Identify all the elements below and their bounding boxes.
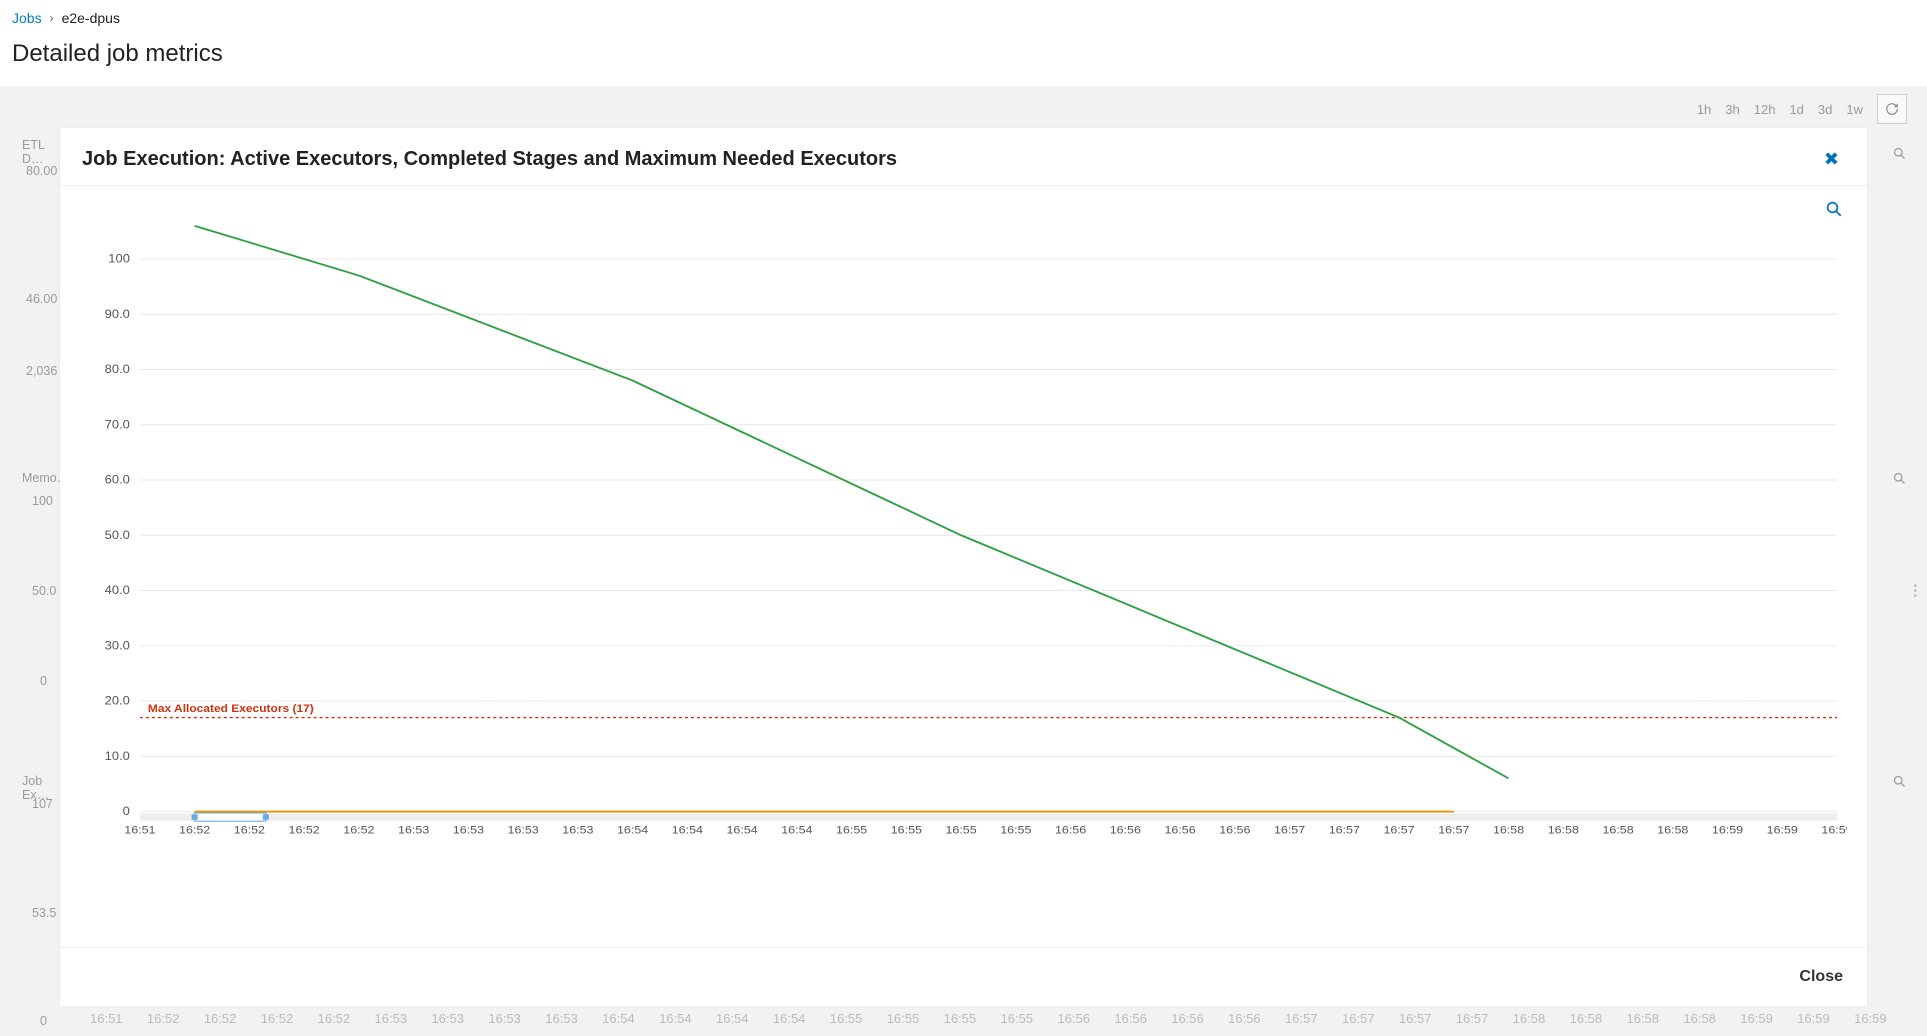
x-tick-label: 16:52 — [179, 823, 211, 836]
modal-title: Job Execution: Active Executors, Complet… — [82, 148, 897, 171]
bg-y-tick: 2,036 — [26, 364, 57, 378]
x-tick-label: 16:57 — [1274, 823, 1306, 836]
x-tick-label: 16:59 — [1767, 823, 1799, 836]
x-tick-label: 16:55 — [836, 823, 868, 836]
time-range-toolbar: 1h 3h 12h 1d 3d 1w — [1697, 94, 1907, 124]
x-tick-label: 16:58 — [1657, 823, 1689, 836]
time-range-1w[interactable]: 1w — [1846, 102, 1863, 117]
bg-y-tick: 46.00 — [26, 292, 57, 306]
y-tick-label: 30.0 — [105, 639, 130, 652]
x-tick-label: 16:56 — [1219, 823, 1251, 836]
bg-y-tick: 53.5 — [32, 906, 56, 920]
x-tick-label: 16:59 — [1821, 823, 1847, 836]
job-execution-modal: Job Execution: Active Executors, Complet… — [60, 128, 1867, 1006]
x-tick-label: 16:58 — [1548, 823, 1580, 836]
search-icon[interactable] — [1892, 146, 1907, 166]
y-tick-label: 50.0 — [105, 528, 130, 541]
x-tick-label: 16:58 — [1493, 823, 1525, 836]
x-tick-label: 16:57 — [1438, 823, 1470, 836]
threshold-label: Max Allocated Executors (17) — [148, 703, 314, 714]
x-tick-label: 16:57 — [1383, 823, 1415, 836]
breadcrumb: Jobs › e2e-dpus — [0, 8, 1927, 30]
modal-footer: Close — [60, 947, 1867, 1006]
x-tick-label: 16:51 — [124, 823, 156, 836]
bg-y-tick: 50.0 — [32, 584, 56, 598]
close-button[interactable]: Close — [1799, 968, 1843, 986]
x-tick-label: 16:55 — [945, 823, 977, 836]
refresh-icon — [1885, 102, 1899, 116]
x-tick-label: 16:54 — [617, 823, 649, 836]
x-tick-label: 16:57 — [1329, 823, 1361, 836]
page-title: Detailed job metrics — [0, 30, 1927, 86]
metrics-panel-background: 1h 3h 12h 1d 3d 1w ETL D… 80.00 46.00 2,… — [0, 86, 1927, 1036]
x-tick-label: 16:56 — [1110, 823, 1142, 836]
chart-scrollbar-track[interactable] — [140, 813, 1837, 820]
time-range-1h[interactable]: 1h — [1697, 102, 1711, 117]
time-range-3d[interactable]: 3d — [1818, 102, 1832, 117]
bg-y-tick: 0 — [40, 1014, 47, 1028]
x-tick-label: 16:54 — [781, 823, 813, 836]
refresh-button[interactable] — [1877, 94, 1907, 124]
y-tick-label: 10.0 — [105, 749, 130, 762]
x-tick-label: 16:54 — [727, 823, 759, 836]
chart-scrollbar-handle[interactable] — [195, 813, 266, 821]
chart-scrollbar-grip[interactable] — [263, 814, 269, 820]
y-tick-label: 0 — [123, 805, 130, 818]
x-tick-label: 16:54 — [672, 823, 704, 836]
x-tick-label: 16:53 — [508, 823, 540, 836]
x-tick-label: 16:52 — [343, 823, 375, 836]
close-icon[interactable]: ✖ — [1818, 148, 1845, 171]
x-tick-label: 16:55 — [1000, 823, 1032, 836]
bg-y-tick: 107 — [32, 797, 53, 811]
time-range-1d[interactable]: 1d — [1789, 102, 1803, 117]
x-tick-label: 16:52 — [289, 823, 321, 836]
time-range-12h[interactable]: 12h — [1754, 102, 1776, 117]
bg-y-tick: 80.00 — [26, 164, 57, 178]
x-tick-label: 16:56 — [1055, 823, 1087, 836]
time-range-3h[interactable]: 3h — [1725, 102, 1739, 117]
bg-y-tick: 0 — [40, 674, 47, 688]
search-icon[interactable] — [1892, 774, 1907, 794]
x-tick-label: 16:59 — [1712, 823, 1744, 836]
bg-y-tick: 100 — [32, 494, 53, 508]
x-tick-label: 16:55 — [891, 823, 923, 836]
y-tick-label: 100 — [108, 252, 130, 265]
modal-body: 0 10.0 20.0 30.0 40.0 50.0 60.0 70.0 80.0 90.0 100… — [60, 186, 1867, 947]
x-tick-label: 16:53 — [398, 823, 430, 836]
y-tick-label: 70.0 — [105, 418, 130, 431]
x-tick-label: 16:53 — [453, 823, 485, 836]
chart-plot-area[interactable]: 0 10.0 20.0 30.0 40.0 50.0 60.0 70.0 80.0 90.0 100… — [80, 224, 1847, 885]
modal-header: Job Execution: Active Executors, Complet… — [60, 128, 1867, 186]
breadcrumb-root-link[interactable]: Jobs — [12, 10, 42, 26]
chart-scrollbar-grip[interactable] — [192, 814, 198, 820]
x-tick-label: 16:53 — [562, 823, 594, 836]
breadcrumb-leaf: e2e-dpus — [62, 10, 120, 26]
x-tick-label: 16:58 — [1602, 823, 1634, 836]
search-icon[interactable] — [1892, 471, 1907, 491]
x-tick-label: 16:52 — [234, 823, 266, 836]
more-icon[interactable]: ••• — [1913, 584, 1917, 599]
y-tick-label: 90.0 — [105, 307, 130, 320]
y-tick-label: 20.0 — [105, 694, 130, 707]
y-tick-label: 60.0 — [105, 473, 130, 486]
y-tick-label: 80.0 — [105, 363, 130, 376]
chevron-right-icon: › — [50, 11, 54, 25]
zoom-icon[interactable] — [1825, 200, 1843, 223]
series-line — [195, 226, 1509, 779]
y-tick-label: 40.0 — [105, 584, 130, 597]
bg-panel-label: ETL D… — [22, 138, 44, 166]
x-tick-label: 16:56 — [1164, 823, 1196, 836]
